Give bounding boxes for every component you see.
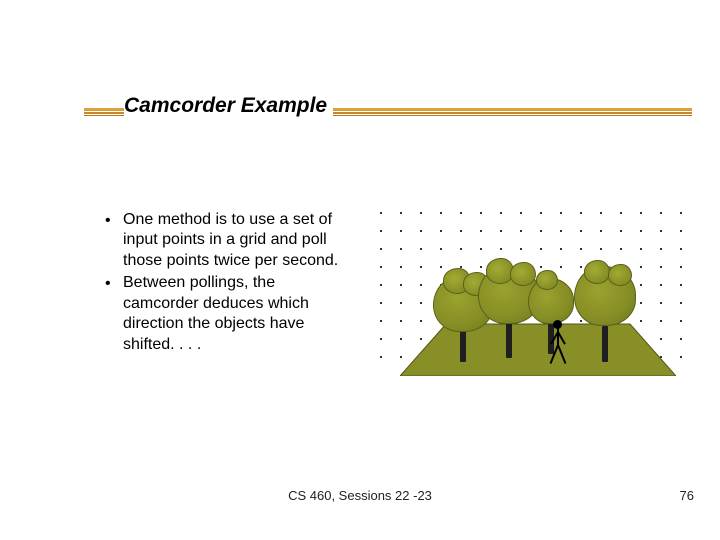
bullet-marker: • — [105, 273, 123, 355]
bullet-item: • Between pollings, the camcorder deduce… — [105, 273, 350, 355]
bullet-text: One method is to use a set of input poin… — [123, 210, 350, 271]
bullet-item: • One method is to use a set of input po… — [105, 210, 350, 271]
page-number: 76 — [680, 488, 694, 503]
footer-text: CS 460, Sessions 22 -23 — [0, 488, 720, 503]
bullet-marker: • — [105, 210, 123, 271]
bullet-text: Between pollings, the camcorder deduces … — [123, 273, 350, 355]
bullet-list: • One method is to use a set of input po… — [105, 210, 350, 357]
title-area: Camcorder Example — [0, 94, 720, 130]
slide: Camcorder Example • One method is to use… — [0, 0, 720, 540]
slide-title: Camcorder Example — [124, 94, 333, 118]
person-icon — [543, 320, 573, 370]
tree-icon — [574, 266, 636, 362]
illustration — [378, 210, 698, 380]
